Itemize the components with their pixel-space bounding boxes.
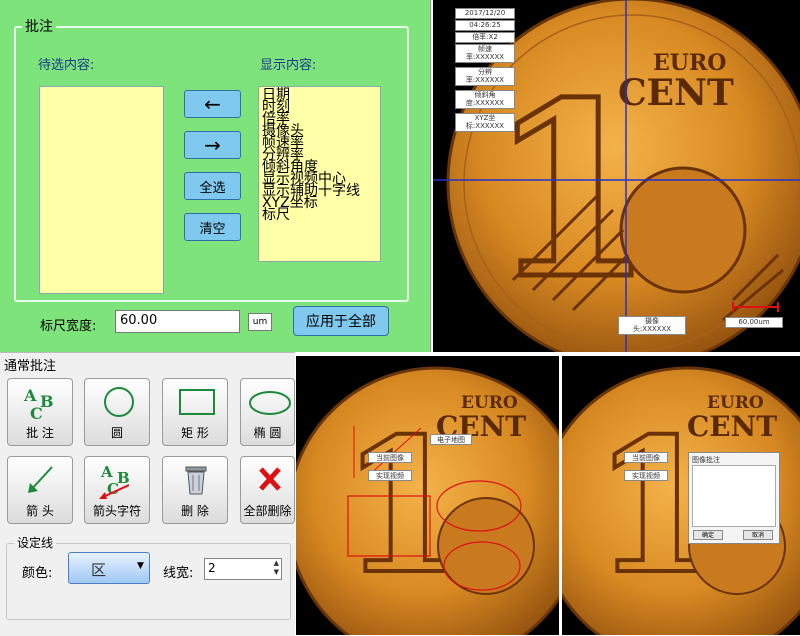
ok-button[interactable]: 确定 xyxy=(693,530,723,540)
coin-annotation-view[interactable]: EURO CENT 1 电子地图 当前图像 实现视频 xyxy=(296,356,559,635)
clear-button[interactable]: 清空 xyxy=(184,213,241,241)
arrow-text-icon: A B C xyxy=(99,463,130,499)
delete-all-tool-button[interactable]: 全部删除 xyxy=(240,456,295,524)
date-info: 2017/12/20 xyxy=(455,8,515,19)
svg-text:A: A xyxy=(23,386,37,405)
display-content-list[interactable]: 日期 时刻 倍率 摄像头 帧速率 分辨率 倾斜角度 显示视频中心 显示辅助十字线… xyxy=(258,86,381,262)
text-annotation-icon: A B C xyxy=(23,386,54,421)
info-line: 帧速 xyxy=(478,45,492,53)
trash-icon xyxy=(185,466,207,495)
ruler-width-input[interactable]: 60.00 xyxy=(115,310,240,333)
ellipse-icon xyxy=(249,391,291,415)
delete-tool-button[interactable]: 删 除 xyxy=(162,456,228,524)
arrow-icon xyxy=(28,466,53,493)
annotation-tag[interactable]: 实现视频 xyxy=(624,470,668,481)
info-line: 倾斜角 xyxy=(474,91,496,99)
tool-label: 圆 xyxy=(110,426,123,440)
groupbox-title: 批注 xyxy=(22,16,56,36)
line-width-value: 2 xyxy=(208,561,216,575)
move-left-button[interactable]: ← xyxy=(184,90,241,118)
coin-digit: 1 xyxy=(340,397,469,615)
info-line: 率:XXXXXX xyxy=(465,76,505,84)
info-line: 头:XXXXXX xyxy=(632,325,672,333)
color-swatch: 区 xyxy=(91,561,107,579)
rectangle-icon xyxy=(179,389,215,415)
info-line: 摄像 xyxy=(645,317,659,325)
chevron-down-icon: ▼ xyxy=(137,561,144,571)
frame-rate-info: 帧速 率:XXXXXX xyxy=(455,44,515,63)
color-label: 颜色: xyxy=(22,566,53,581)
ruler-width-label: 标尺宽度: xyxy=(40,319,97,334)
tilt-angle-info: 倾斜角 度:XXXXXX xyxy=(455,90,515,109)
list-item[interactable]: 标尺 xyxy=(262,208,377,222)
display-content-label: 显示内容: xyxy=(260,58,317,73)
color-select[interactable]: 区 ▼ xyxy=(68,552,150,584)
pending-content-label: 待选内容: xyxy=(38,58,95,73)
tool-label: 箭 头 xyxy=(26,504,54,518)
move-right-button[interactable]: → xyxy=(184,131,241,159)
cancel-button[interactable]: 取消 xyxy=(743,530,773,540)
time-info: 04:26:25 xyxy=(455,20,515,31)
info-line: 分辨 xyxy=(478,68,492,76)
resolution-info: 分辨 率:XXXXXX xyxy=(455,67,515,86)
camera-info: 摄像 头:XXXXXX xyxy=(618,316,686,335)
arrow-tool-button[interactable]: 箭 头 xyxy=(7,456,73,524)
info-line: 标:XXXXXX xyxy=(465,122,505,130)
xyz-coordinates-info: XYZ坐 标:XXXXXX xyxy=(455,113,515,132)
circle-tool-button[interactable]: 圆 xyxy=(84,378,150,446)
line-settings-title: 设定线 xyxy=(14,534,57,551)
tool-label: 椭 圆 xyxy=(253,426,282,440)
line-width-label: 线宽: xyxy=(163,566,194,581)
annotation-tag[interactable]: 实现视频 xyxy=(368,470,412,481)
text-annotation-tool-button[interactable]: A B C 批 注 xyxy=(7,378,73,446)
tool-label: 箭头字符 xyxy=(92,504,141,518)
circle-icon xyxy=(104,387,134,417)
annotation-textarea[interactable] xyxy=(692,465,776,527)
ellipse-tool-button[interactable]: 椭 圆 xyxy=(240,378,295,446)
annotation-settings-dialog: 批注 待选内容: 显示内容: 日期 时刻 倍率 摄像头 帧速率 分辨率 倾斜角度… xyxy=(0,0,431,352)
info-line: 度:XXXXXX xyxy=(465,99,505,107)
delete-all-icon xyxy=(259,467,281,491)
annotation-tag[interactable]: 当前图像 xyxy=(624,452,668,463)
info-line: XYZ坐 xyxy=(474,114,496,122)
svg-text:C: C xyxy=(30,404,43,421)
tool-label: 矩 形 xyxy=(181,426,209,440)
svg-text:A: A xyxy=(100,463,113,481)
annotation-tag[interactable]: 当前图像 xyxy=(368,452,412,463)
scale-label: 60.00um xyxy=(725,317,783,328)
tool-label: 全部删除 xyxy=(243,504,292,518)
apply-to-all-button[interactable]: 应用于全部 xyxy=(293,306,389,336)
unit-label: um xyxy=(248,313,272,331)
info-line: 率:XXXXXX xyxy=(465,53,505,61)
arrow-left-icon: ← xyxy=(204,92,221,116)
tool-label: 删 除 xyxy=(181,504,209,518)
image-annotation-dialog: 图像批注 确定 取消 xyxy=(688,452,780,544)
select-all-button[interactable]: 全选 xyxy=(184,172,241,200)
tool-label: 批 注 xyxy=(26,426,54,440)
pending-content-list[interactable] xyxy=(39,86,164,294)
arrow-right-icon: → xyxy=(204,133,221,157)
annotation-tag[interactable]: 电子地图 xyxy=(430,434,472,445)
coin-image-annotated: EURO CENT 1 xyxy=(296,366,559,635)
line-width-stepper[interactable]: 2 ▲ ▼ xyxy=(204,558,282,580)
arrow-text-tool-button[interactable]: A B C 箭头字符 xyxy=(84,456,150,524)
magnification-info: 倍率:X2 xyxy=(455,32,515,43)
coin-live-view[interactable]: EURO CENT 1 2017/12/20 04:26:25 倍率:X2 帧速… xyxy=(433,0,800,352)
stepper-arrows-icon[interactable]: ▲ ▼ xyxy=(274,559,279,577)
rectangle-tool-button[interactable]: 矩 形 xyxy=(162,378,228,446)
dialog-title: 图像批注 xyxy=(692,456,720,464)
coin-annotation-dialog-view[interactable]: EURO CENT 1 当前图像 实现视频 图像批注 确定 取消 xyxy=(562,356,800,635)
toolbar-title: 通常批注 xyxy=(4,359,57,374)
